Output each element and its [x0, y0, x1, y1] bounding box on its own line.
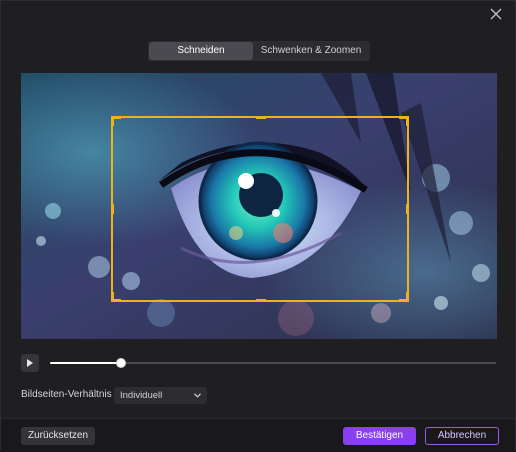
tab-pan-zoom[interactable]: Schwenken & Zoomen [253, 42, 369, 60]
timeline-slider[interactable] [50, 358, 496, 368]
aspect-ratio-value: Individuell [120, 390, 163, 401]
close-button[interactable] [489, 7, 503, 21]
play-icon [27, 359, 33, 367]
confirm-button[interactable]: Bestätigen [343, 427, 416, 445]
aspect-ratio-select[interactable]: Individuell [114, 387, 207, 404]
crop-handle-right-middle[interactable] [406, 204, 409, 214]
crop-handle-bottom-middle[interactable] [256, 299, 266, 302]
timeline-progress [50, 362, 121, 364]
reset-button[interactable]: Zurücksetzen [21, 427, 95, 445]
crop-dialog: Schneiden Schwenken & Zoomen Bildseiten-… [0, 0, 516, 452]
tab-crop[interactable]: Schneiden [149, 42, 253, 60]
crop-handle-bottom-right-v[interactable] [406, 292, 409, 302]
aspect-ratio-label: Bildseiten-Verhältnis [21, 389, 112, 400]
crop-handle-bottom-left-v[interactable] [111, 292, 114, 302]
cancel-button[interactable]: Abbrechen [425, 427, 499, 445]
playback-row [21, 353, 497, 373]
crop-handle-top-middle[interactable] [256, 116, 266, 119]
footer: Zurücksetzen Bestätigen Abbrechen [1, 418, 515, 452]
chevron-down-icon [194, 393, 201, 398]
crop-handle-top-left-v[interactable] [111, 116, 114, 126]
play-button[interactable] [21, 354, 39, 372]
title-bar [1, 1, 515, 27]
close-icon [490, 8, 502, 20]
crop-frame[interactable] [111, 116, 409, 302]
crop-handle-left-middle[interactable] [111, 204, 114, 214]
mode-tabs: Schneiden Schwenken & Zoomen [148, 41, 370, 61]
timeline-knob[interactable] [116, 358, 126, 368]
crop-handle-top-right-v[interactable] [406, 116, 409, 126]
